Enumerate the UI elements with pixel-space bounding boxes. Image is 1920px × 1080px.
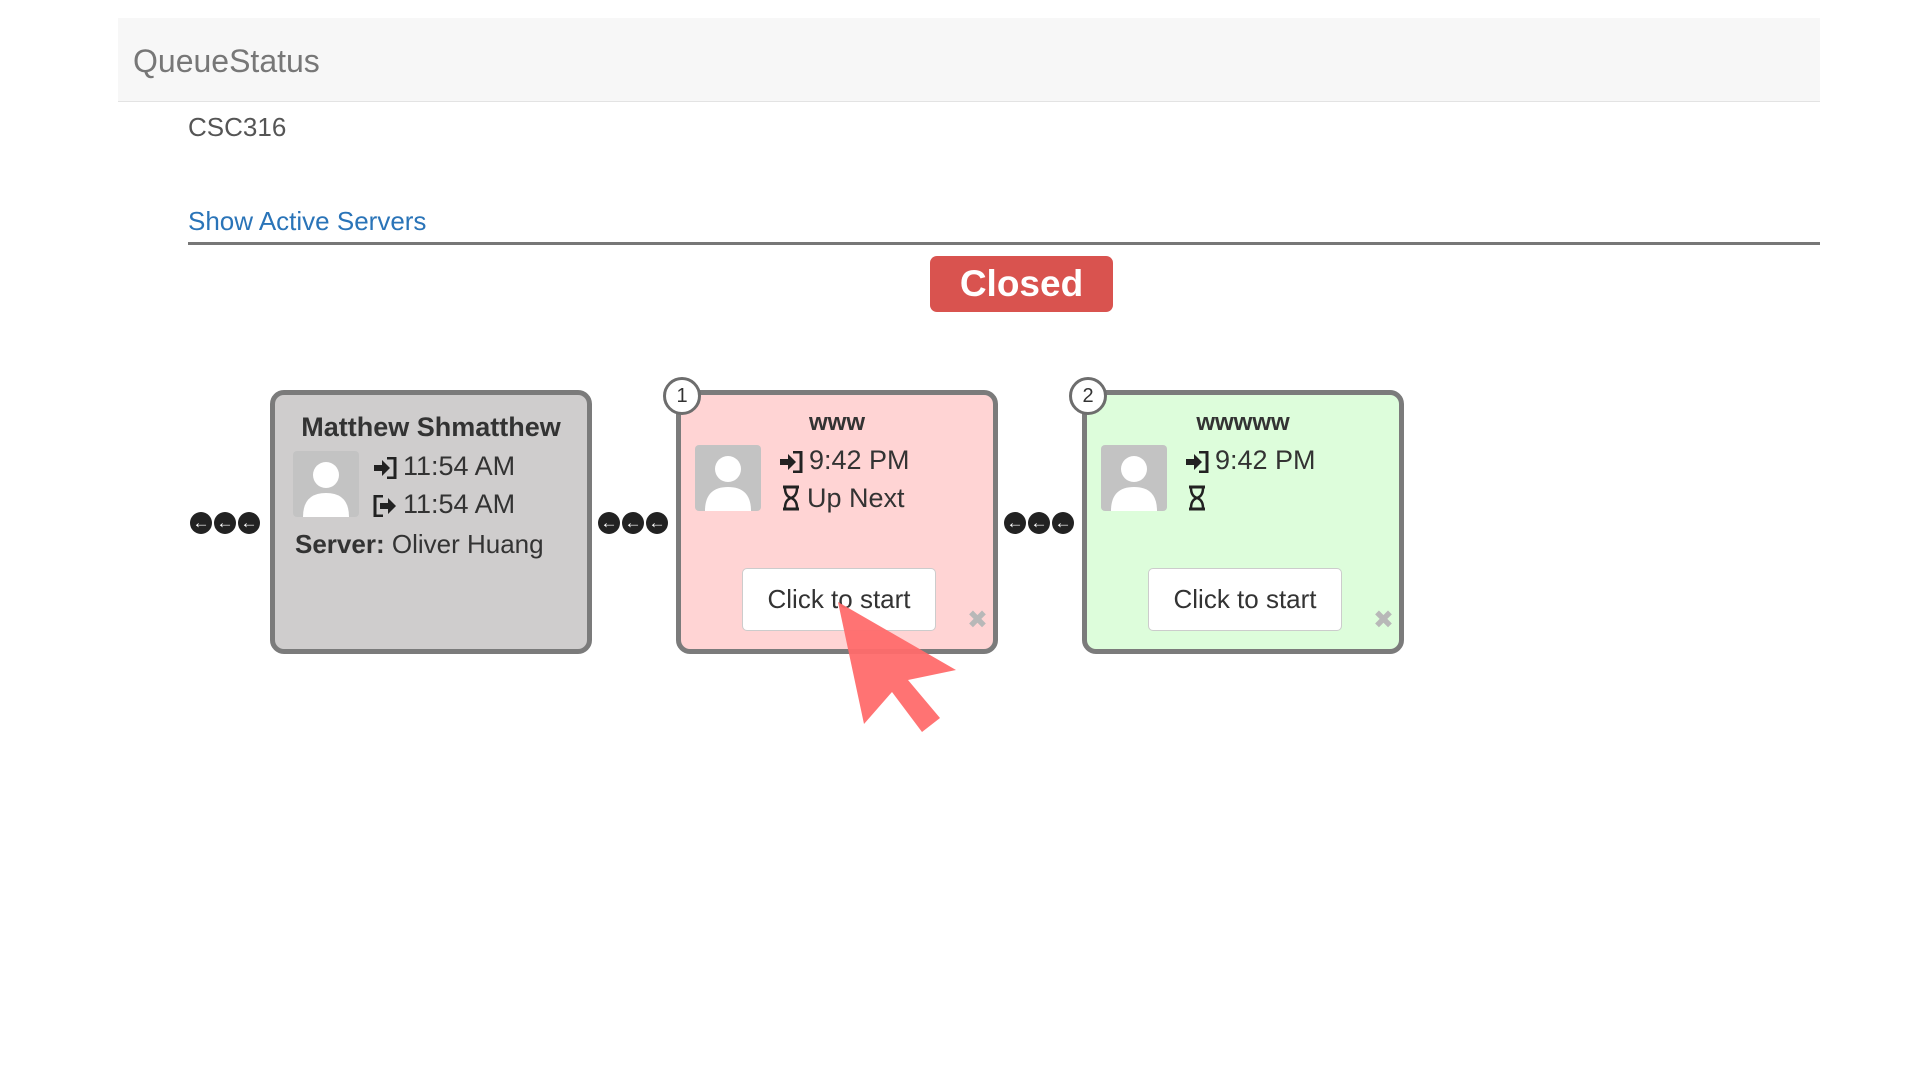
- server-info: Server: Oliver Huang: [295, 529, 544, 560]
- queue-card-waiting: 2 wwwww 9:42 PM Click to start ✖: [1069, 377, 1404, 654]
- user-avatar-icon: [1101, 445, 1167, 511]
- server-name: Oliver Huang: [391, 529, 544, 559]
- course-code: CSC316: [188, 112, 287, 142]
- joined-time: 11:54 AM: [373, 451, 515, 482]
- arrow-left-icon: ←: [238, 512, 260, 534]
- arrow-left-icon: ←: [1028, 512, 1050, 534]
- queue-arrows: ← ← ←: [598, 512, 668, 534]
- wait-status: [1187, 483, 1213, 514]
- server-label: Server:: [295, 529, 385, 559]
- served-card: Matthew Shmatthew 11:54 AM 11:54 AM Serv…: [270, 390, 592, 654]
- sign-in-icon: [780, 450, 803, 474]
- joined-time: 9:42 PM: [1185, 445, 1316, 476]
- brand-logo[interactable]: QueueStatus: [133, 18, 320, 104]
- remove-icon[interactable]: ✖: [1373, 605, 1394, 635]
- student-name: Matthew Shmatthew: [301, 412, 561, 442]
- show-active-servers-link[interactable]: Show Active Servers: [188, 206, 426, 237]
- start-button[interactable]: Click to start: [1148, 568, 1342, 631]
- queue-arrows: ← ← ←: [190, 512, 260, 534]
- joined-time: 9:42 PM: [779, 445, 910, 476]
- arrow-left-icon: ←: [1004, 512, 1026, 534]
- sign-in-icon: [1186, 450, 1209, 474]
- user-avatar-icon: [293, 451, 359, 517]
- page: QueueStatus CSC316 Show Active Servers C…: [0, 0, 1920, 1080]
- left-time: 11:54 AM: [373, 489, 515, 520]
- student-name: www: [808, 409, 865, 436]
- hourglass-icon: [783, 485, 799, 511]
- arrow-left-icon: ←: [622, 512, 644, 534]
- arrow-left-icon: ←: [598, 512, 620, 534]
- divider: [188, 242, 1820, 245]
- arrow-left-icon: ←: [646, 512, 668, 534]
- user-avatar-icon: [695, 445, 761, 511]
- sign-in-icon: [374, 456, 397, 480]
- queue-status-badge: Closed: [930, 256, 1113, 312]
- sign-out-icon: [373, 494, 396, 518]
- navbar: QueueStatus: [118, 18, 1820, 102]
- queue-arrows: ← ← ←: [1004, 512, 1074, 534]
- wait-status: Up Next: [781, 483, 905, 514]
- cursor-pointer-icon: [838, 602, 956, 732]
- arrow-left-icon: ←: [1052, 512, 1074, 534]
- student-name: wwwww: [1196, 409, 1290, 436]
- arrow-left-icon: ←: [190, 512, 212, 534]
- hourglass-icon: [1189, 485, 1205, 511]
- arrow-left-icon: ←: [214, 512, 236, 534]
